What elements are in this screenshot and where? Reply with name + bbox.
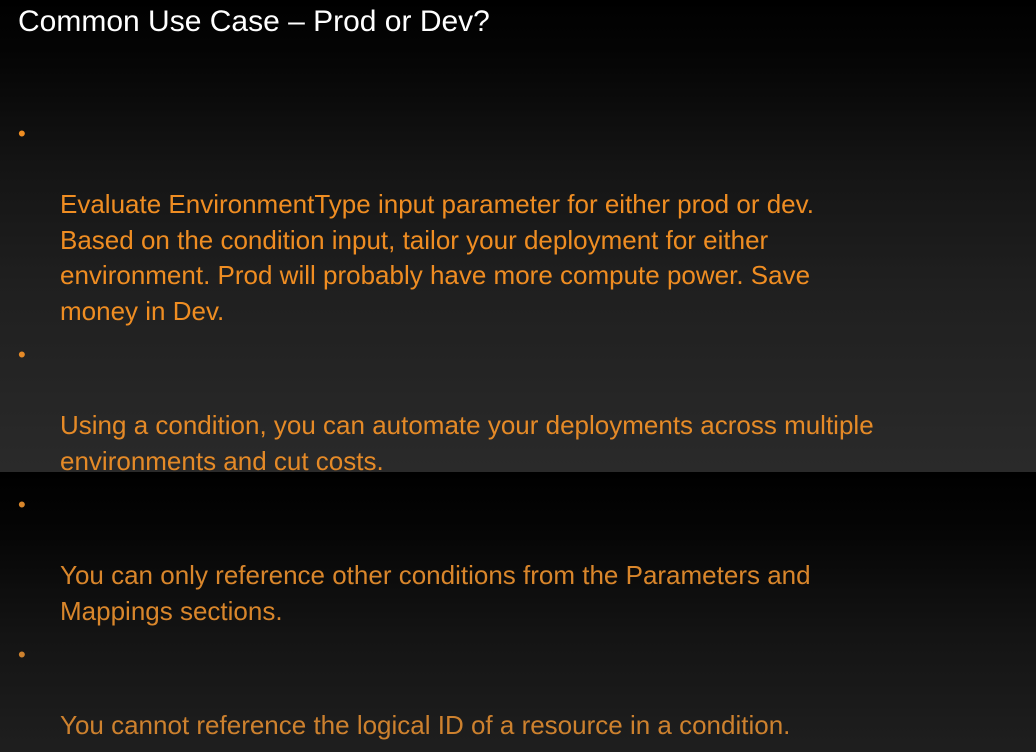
bullet-dot-icon: • bbox=[18, 642, 26, 667]
slide: Common Use Case – Prod or Dev? • Evaluat… bbox=[0, 0, 1036, 740]
bullet-text: You cannot reference the logical ID of a… bbox=[60, 710, 791, 740]
bullet-dot-icon: • bbox=[18, 342, 26, 367]
bullet-item: • Using a condition, you can automate yo… bbox=[18, 337, 1018, 479]
bullet-text: Evaluate EnvironmentType input parameter… bbox=[60, 189, 814, 326]
bullet-text: You can only reference other conditions … bbox=[60, 560, 811, 626]
bullet-list: • Evaluate EnvironmentType input paramet… bbox=[18, 116, 1018, 752]
bullet-dot-icon: • bbox=[18, 492, 26, 517]
bullet-text: Using a condition, you can automate your… bbox=[60, 410, 874, 476]
bullet-dot-icon: • bbox=[18, 121, 26, 146]
bullet-item: • You cannot reference the logical ID of… bbox=[18, 637, 1018, 744]
slide-title: Common Use Case – Prod or Dev? bbox=[18, 5, 490, 38]
bullet-item: • Evaluate EnvironmentType input paramet… bbox=[18, 116, 1018, 329]
bullet-item: • You can only reference other condition… bbox=[18, 487, 1018, 629]
